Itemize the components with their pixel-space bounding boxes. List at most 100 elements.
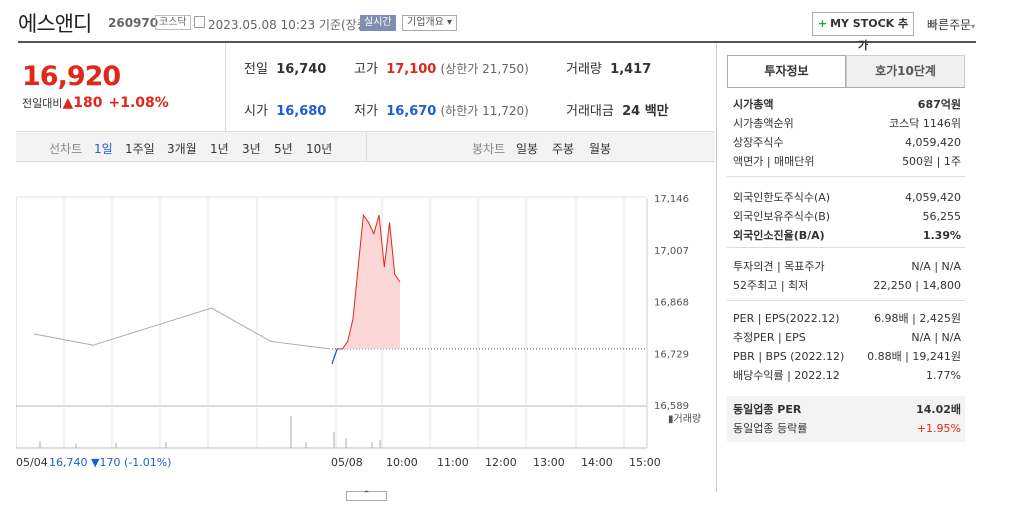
info-row: 투자의견 | 목표주가 N/A | N/A [733, 257, 961, 276]
tab-3month[interactable]: 3개월 [167, 140, 197, 157]
info-row-value: 22,250 | 14,800 [873, 279, 961, 292]
tab-1day[interactable]: 1일 [94, 140, 113, 157]
change-value: 180 [73, 95, 103, 111]
info-row-label: 시가총액순위 [733, 117, 794, 130]
prev-day-series [33, 307, 331, 350]
info-row: 상장주식수 4,059,420 [733, 133, 961, 152]
info-row-label: 배당수익률 | 2022.12 [733, 369, 840, 382]
stock-code: 260970 [108, 16, 159, 30]
current-price: 16,920 [22, 61, 121, 92]
tab-5year[interactable]: 5년 [274, 140, 293, 157]
stat-low-label: 저가 [354, 104, 378, 119]
info-row-label: 투자의견 | 목표주가 [733, 260, 825, 273]
x-tick-label: 10:00 [386, 456, 418, 469]
info-row-value: 6.98배 | 2,425원 [874, 312, 961, 325]
chart-grid [16, 196, 648, 449]
quick-order-dropdown[interactable]: 빠른주문▾ [927, 16, 975, 33]
tab-investment-info[interactable]: 투자정보 [727, 55, 846, 88]
collapse-toggle[interactable]: ⌃ [346, 491, 387, 501]
tab-1week[interactable]: 1주일 [125, 140, 155, 157]
price-stats: 전일 16,740 고가 17,100 (상한가 21,750) 거래량 1,4… [244, 43, 704, 131]
tab-10year[interactable]: 10년 [306, 140, 332, 157]
info-row-label: 외국인보유주식수(B) [733, 210, 831, 223]
realtime-button[interactable]: 실시간 [360, 15, 396, 31]
price-change: 전일대비▲180 +1.08% [22, 95, 169, 111]
info-row-value: N/A | N/A [911, 260, 961, 273]
tab-3year[interactable]: 3년 [242, 140, 261, 157]
line-chart-label: 선차트 [49, 142, 83, 156]
prev-date-label: 05/04 [16, 456, 48, 469]
chart-series [33, 213, 647, 448]
price-box: 16,920 전일대비▲180 +1.08% [16, 43, 226, 131]
timestamp: 2023.05.08 10:23 기준(장중) [208, 18, 373, 32]
stat-amount: 거래대금 24 백만 [566, 100, 669, 119]
y-tick-label: 16,729 [654, 349, 689, 360]
chart-tabs: 선차트 1일 1주일 3개월 1년 3년 5년 10년 봉차트 일봉 주봉 월봉 [16, 131, 715, 162]
section-divider [727, 300, 965, 301]
industry-row-label: 동일업종 등락률 [733, 422, 808, 435]
info-row: PER | EPS(2022.12) 6.98배 | 2,425원 [733, 309, 961, 328]
stat-low: 저가 16,670 (하한가 11,720) [354, 100, 529, 119]
tab-underline [727, 87, 965, 88]
chevron-down-icon: ▾ [447, 17, 453, 28]
info-row: 시가총액 687억원 [733, 95, 961, 114]
industry-row-value: 14.02배 [916, 403, 961, 416]
stat-volume-value: 1,417 [610, 62, 652, 77]
x-tick-label: 15:00 [629, 456, 661, 469]
prev-compare-label: 전일대비 [22, 97, 63, 110]
stock-header: 에스앤디 260970 코스닥 2023.05.08 10:23 기준(장중) … [18, 0, 976, 52]
industry-row[interactable]: 동일업종 PER 14.02배 [733, 400, 961, 419]
info-row-label: 52주최고 | 최저 [733, 279, 809, 292]
info-row-value: 500원 | 1주 [902, 155, 961, 168]
info-row: 52주최고 | 최저 22,250 | 14,800 [733, 276, 961, 295]
tab-1year[interactable]: 1년 [210, 140, 229, 157]
quick-order-label: 빠른주문 [927, 18, 972, 32]
stat-volume-label: 거래량 [566, 62, 602, 77]
market-badge: 코스닥 [155, 15, 191, 30]
info-row-value: 1.77% [926, 369, 961, 382]
info-row: 외국인한도주식수(A) 4,059,420 [733, 188, 961, 207]
y-axis-labels: 17,146 17,007 16,868 16,729 16,589▮거래량 [654, 194, 701, 425]
stat-upper-limit: (상한가 21,750) [440, 62, 529, 76]
stat-open-label: 시가 [244, 104, 268, 119]
info-row-label: 시가총액 [733, 98, 774, 111]
stat-amount-value: 24 백만 [622, 104, 669, 119]
today-area-fill [332, 215, 400, 349]
tabs-divider [366, 132, 367, 161]
info-row: 외국인보유주식수(B) 56,255 [733, 207, 961, 226]
tab-monthly[interactable]: 월봉 [589, 140, 611, 157]
tab-orderbook[interactable]: 호가10단계 [846, 55, 965, 88]
volume-label: ▮거래량 [668, 413, 701, 425]
industry-row-value: +1.95% [916, 422, 961, 435]
info-row: 배당수익률 | 2022.12 1.77% [733, 366, 961, 385]
info-row: 추정PER | EPS N/A | N/A [733, 328, 961, 347]
info-row: PBR | BPS (2022.12) 0.88배 | 19,241원 [733, 347, 961, 366]
stat-prev: 전일 16,740 [244, 58, 326, 77]
info-row-value: 1.39% [922, 229, 961, 242]
tab-daily[interactable]: 일봉 [516, 140, 538, 157]
info-row-value: 4,059,420 [905, 191, 961, 204]
company-info-dropdown[interactable]: 기업개요 ▾ [402, 15, 458, 31]
price-chart[interactable]: 17,146 17,007 16,868 16,729 16,589▮거래량 05/08… [16, 180, 716, 480]
info-row-value: 4,059,420 [905, 136, 961, 149]
up-arrow-icon: ▲ [62, 95, 74, 111]
info-row: 시가총액순위 코스닥 1146위 [733, 114, 961, 133]
info-row: 외국인소진율(B/A) 1.39% [733, 226, 961, 245]
stat-high-value: 17,100 [386, 62, 437, 77]
y-tick-label: 17,007 [654, 246, 689, 257]
info-row-label: 상장주식수 [733, 136, 784, 149]
x-tick-label: 14:00 [581, 456, 613, 469]
industry-row[interactable]: 동일업종 등락률 +1.95% [733, 419, 961, 438]
stat-open: 시가 16,680 [244, 100, 326, 119]
investment-info-panel: 투자정보 호가10단계 시가총액 687억원시가총액순위 코스닥 1146위상장주식… [716, 43, 976, 492]
change-percent: +1.08% [108, 95, 169, 111]
plus-icon: + [817, 17, 828, 30]
candle-chart-label: 봉차트 [472, 142, 506, 156]
info-row-value: 코스닥 1146위 [889, 117, 961, 130]
stat-prev-label: 전일 [244, 62, 268, 77]
prev-day-summary: 16,740 ▼170 (-1.01%) [49, 456, 171, 469]
tab-weekly[interactable]: 주봉 [552, 140, 574, 157]
my-stock-add-button[interactable]: + MY STOCK 추가 [812, 12, 914, 52]
y-tick-label: 16,589 [654, 401, 689, 412]
stat-open-value: 16,680 [276, 104, 327, 119]
